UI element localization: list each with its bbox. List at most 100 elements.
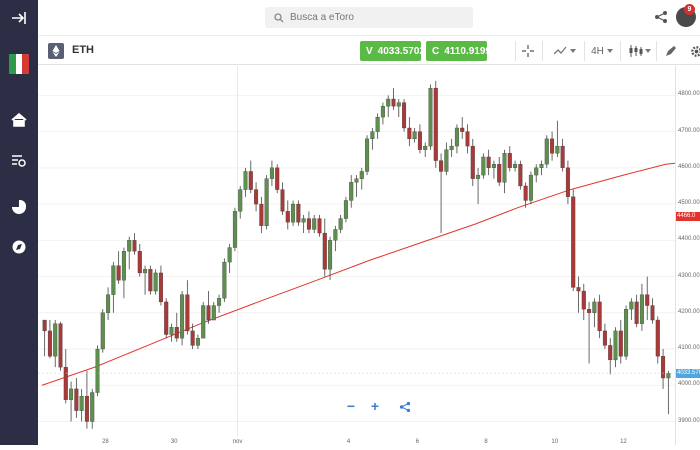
candle-up [201,306,205,339]
candle-down [524,186,528,200]
candle-down [434,88,438,160]
candle-up [429,88,433,146]
candle-up [534,168,538,175]
buy-label: C [432,46,439,57]
candle-down [619,331,623,356]
candle-down [133,240,137,251]
timeframe-dropdown[interactable]: 4H [588,41,616,61]
x-tick-label: 10 [551,439,558,445]
candle-up [397,103,401,107]
crosshair-button[interactable] [518,41,538,61]
toolbar-divider [515,41,516,61]
watchlist-icon[interactable] [9,151,29,171]
chart-type-dropdown[interactable] [626,41,654,61]
y-tick-label: 4200.00 [678,309,700,315]
candlestick-icon [629,45,643,57]
candle-down [582,291,586,309]
home-icon[interactable] [9,110,29,130]
share-chart-button[interactable] [399,400,413,414]
candle-up [238,190,242,212]
candle-down [402,103,406,128]
y-tick-label: 4800.00 [678,91,700,97]
candle-down [471,146,475,179]
candle-down [275,168,279,190]
candle-down [138,251,142,273]
candle-up [513,164,517,168]
candle-up [233,211,237,247]
candle-up [355,179,359,183]
share-icon[interactable] [654,10,668,29]
y-tick-label: 4600.00 [678,164,700,170]
candle-down [571,197,575,288]
candle-up [476,175,480,179]
candle-down [561,146,565,168]
candle-up [223,262,227,298]
candle-down [307,219,311,230]
settings-button[interactable] [686,41,700,61]
zoom-in-button[interactable]: + [365,397,385,415]
expand-menu-icon[interactable] [9,8,29,28]
sidebar [0,0,38,445]
candle-down [439,161,443,172]
candle-down [635,302,639,324]
candle-up [96,349,100,392]
toolbar-divider [584,41,585,61]
candle-down [186,295,190,331]
y-tick-label: 4400.00 [678,236,700,242]
candle-down [249,171,253,189]
candle-down [466,132,470,146]
sell-button[interactable]: V 4033.5702 [360,41,421,61]
candle-up [455,128,459,146]
language-flag-icon[interactable] [9,54,29,74]
comparison-button[interactable] [550,41,580,61]
candle-up [244,171,248,189]
portfolio-icon[interactable] [9,197,29,217]
candle-up [212,306,216,320]
candle-up [640,295,644,324]
search-input[interactable] [290,12,470,23]
candle-down [497,164,501,182]
candle-up [328,240,332,269]
discover-icon[interactable] [9,237,29,257]
candle-up [170,327,174,334]
candle-down [577,287,581,291]
current-price-tag: 4033.570 [676,369,700,378]
price-chart[interactable]: 2830nov4681012141618 [38,66,675,445]
candle-up [302,219,306,223]
candle-down [656,320,660,356]
candle-up [667,373,671,378]
candle-up [143,269,147,273]
sell-price: 4033.5702 [378,46,425,57]
drawing-tools-button[interactable] [660,41,682,61]
candle-up [492,164,496,168]
line-chart-icon [554,46,568,56]
candle-up [127,240,131,251]
buy-button[interactable]: C 4110.9199 [426,41,487,61]
zoom-out-button[interactable]: − [341,397,361,415]
candle-up [312,219,316,230]
candle-up [339,219,343,230]
search-box[interactable] [265,7,473,28]
y-tick-label: 4000.00 [678,381,700,387]
candlestick-chart[interactable]: 2830nov4681012141618 [38,66,675,445]
candle-down [281,190,285,212]
candle-up [360,171,364,178]
candle-up [106,295,110,313]
candle-down [645,295,649,306]
price-axis: 4800.004700.004600.004500.004400.004300.… [675,66,700,445]
candle-up [334,229,338,240]
candle-down [487,157,491,168]
x-tick-label: 12 [620,439,627,445]
candle-up [630,302,634,309]
candle-up [349,182,353,200]
candle-down [43,320,47,331]
search-icon [274,13,284,23]
candle-up [265,179,269,226]
candle-up [445,150,449,172]
candle-down [651,306,655,320]
candle-down [408,128,412,139]
candle-up [80,396,84,410]
candle-down [64,367,68,400]
candle-down [550,139,554,153]
candle-down [164,302,168,335]
